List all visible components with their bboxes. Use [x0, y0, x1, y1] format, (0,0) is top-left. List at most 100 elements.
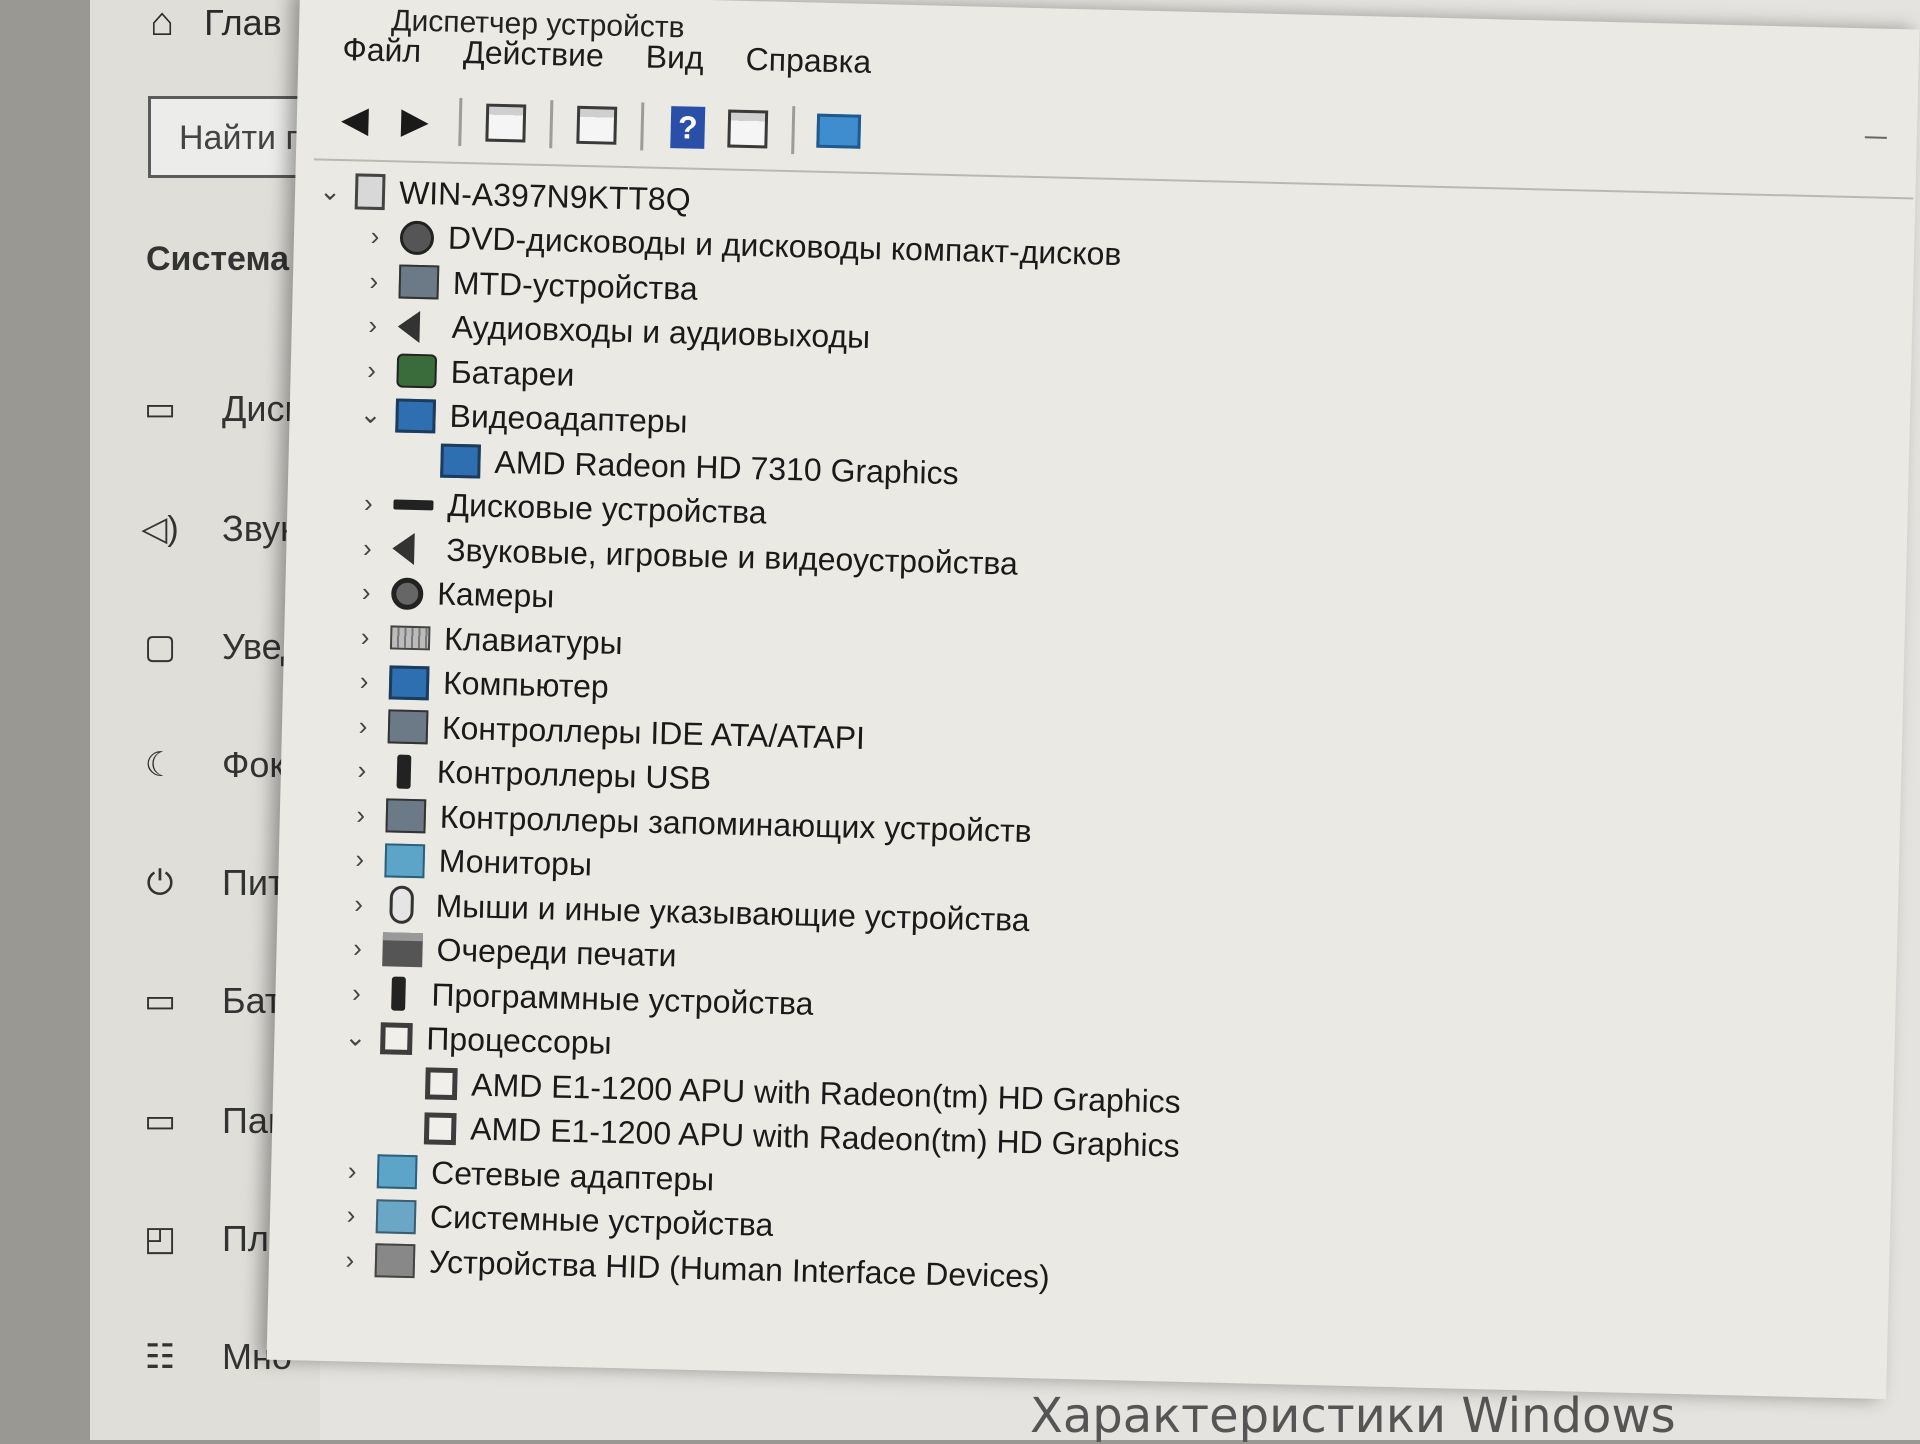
tree-category[interactable]: › Очереди печати [342, 928, 677, 976]
tree-category[interactable]: › Аудиовходы и аудиовыходы [357, 305, 870, 358]
tree-category[interactable]: › Дисковые устройства [353, 483, 767, 533]
tree-category[interactable]: › Контроллеры USB [346, 750, 711, 799]
chevron-right-icon[interactable]: › [336, 1199, 367, 1231]
chevron-right-icon[interactable]: › [337, 1155, 368, 1187]
mouse-icon [389, 885, 415, 925]
tree-category[interactable]: ⌄ Видеоадаптеры [355, 394, 688, 442]
console-tree-icon [485, 103, 527, 143]
chevron-right-icon[interactable]: › [360, 221, 391, 253]
menu-help[interactable]: Справка [745, 41, 871, 81]
tree-category-label: Контроллеры IDE ATA/ATAPI [441, 709, 866, 756]
computer-icon [354, 173, 386, 211]
multitasking-icon: ☷ [144, 1338, 176, 1376]
chevron-right-icon[interactable]: › [356, 354, 387, 386]
storage-controller-icon [385, 798, 427, 834]
tree-category[interactable]: › Системные устройства [336, 1195, 774, 1246]
settings-nav-item[interactable]: ☾ Фоку [138, 744, 304, 786]
toolbar-separator [640, 102, 645, 151]
chevron-right-icon[interactable]: › [348, 710, 379, 742]
chevron-down-icon[interactable]: ⌄ [340, 1021, 371, 1053]
chevron-right-icon[interactable]: › [359, 265, 390, 297]
chevron-right-icon[interactable]: › [335, 1244, 366, 1276]
settings-nav-item[interactable]: ▢ Увед [138, 626, 302, 668]
tree-category-label: Камеры [436, 575, 555, 615]
menu-file[interactable]: Файл [342, 31, 422, 70]
ide-controller-icon [387, 709, 429, 745]
tree-category[interactable]: › Камеры [351, 572, 555, 617]
tree-category[interactable]: ⌄ Процессоры [340, 1017, 612, 1064]
toolbar-separator [791, 106, 796, 155]
chevron-right-icon[interactable]: › [343, 888, 374, 920]
properties-button[interactable] [572, 102, 621, 149]
back-icon[interactable]: ◀ [330, 96, 379, 143]
display-adapter-icon [440, 443, 481, 479]
chevron-right-icon[interactable]: › [345, 799, 376, 831]
tree-root-computer[interactable]: ⌄ WIN-A397N9KTT8Q [315, 170, 691, 219]
tree-device-label: AMD Radeon HD 7310 Graphics [494, 443, 960, 491]
tree-category-label: Сетевые адаптеры [430, 1154, 715, 1197]
tree-category-label: Мониторы [438, 842, 593, 883]
tree-category-label: Системные устройства [429, 1198, 774, 1243]
dvd-icon [399, 220, 435, 255]
forward-icon[interactable]: ▶ [390, 97, 439, 144]
processor-icon [424, 1067, 458, 1101]
menu-action[interactable]: Действие [463, 34, 605, 74]
tree-category-label: Компьютер [442, 664, 610, 705]
home-link[interactable]: ⌂ Глав [150, 0, 282, 45]
chevron-right-icon[interactable]: › [352, 532, 383, 564]
tree-category[interactable]: › Компьютер [349, 661, 610, 707]
chevron-right-icon[interactable]: › [351, 576, 382, 608]
scan-hardware-button[interactable] [814, 108, 863, 155]
chevron-right-icon[interactable]: › [344, 843, 375, 875]
help-button[interactable]: ? [663, 104, 712, 151]
chevron-right-icon[interactable]: › [342, 932, 373, 964]
menu-view[interactable]: Вид [645, 38, 704, 76]
settings-nav-item[interactable]: ▭ Дисп [138, 388, 304, 430]
tree-category[interactable]: › Программные устройства [341, 972, 814, 1024]
speaker-icon [391, 532, 415, 565]
chevron-right-icon[interactable]: › [353, 487, 384, 519]
display-icon: ▭ [143, 390, 177, 428]
usb-icon [396, 754, 412, 789]
battery-icon [396, 353, 438, 389]
power-icon: ⏻ [146, 863, 174, 902]
chevron-down-icon[interactable]: ⌄ [315, 175, 346, 207]
tree-category-label: Клавиатуры [443, 620, 624, 661]
chevron-right-icon[interactable]: › [349, 665, 380, 697]
settings-nav-item[interactable]: ◁) Звук [138, 508, 296, 550]
chevron-down-icon[interactable]: ⌄ [355, 398, 386, 430]
section-title: Система [146, 240, 290, 278]
action-pane-button[interactable] [723, 105, 772, 152]
tree-category[interactable]: › Мониторы [344, 839, 592, 885]
processor-icon [423, 1111, 457, 1145]
chevron-right-icon[interactable]: › [347, 754, 378, 786]
tree-category[interactable]: › Клавиатуры [350, 616, 624, 663]
minimize-button[interactable] [1864, 136, 1887, 139]
software-device-icon [391, 976, 406, 1011]
tree-category-label: Мыши и иные указывающие устройства [435, 887, 1031, 938]
monitor-icon [384, 842, 426, 878]
tree-category-label: Батареи [450, 353, 575, 393]
help-icon: ? [670, 106, 706, 149]
processor-icon [380, 1021, 413, 1055]
computer-icon [388, 664, 430, 700]
show-hide-console-tree-button[interactable] [481, 99, 530, 146]
chevron-right-icon[interactable]: › [357, 310, 388, 342]
toolbar-separator [549, 100, 554, 149]
tree-category-label: MTD-устройства [452, 264, 699, 307]
menu-bar: Файл Действие Вид Справка [342, 31, 871, 81]
tree-category[interactable]: › Контроллеры IDE ATA/ATAPI [348, 705, 866, 758]
battery-icon: ▭ [143, 982, 177, 1020]
tree-category[interactable]: › MTD-устройства [358, 261, 698, 309]
chevron-right-icon[interactable]: › [350, 621, 381, 653]
tree-category[interactable]: › Батареи [356, 350, 575, 395]
storage-icon: ▭ [143, 1102, 177, 1140]
network-adapter-icon [376, 1154, 418, 1190]
chevron-right-icon[interactable]: › [341, 977, 372, 1009]
action-pane-icon [727, 109, 769, 149]
tree-category-label: Видеоадаптеры [449, 397, 688, 440]
tree-category[interactable]: › Устройства HID (Human Interface Devices… [335, 1239, 1051, 1296]
system-device-icon [375, 1198, 417, 1234]
tree-category[interactable]: › Сетевые адаптеры [337, 1150, 715, 1199]
